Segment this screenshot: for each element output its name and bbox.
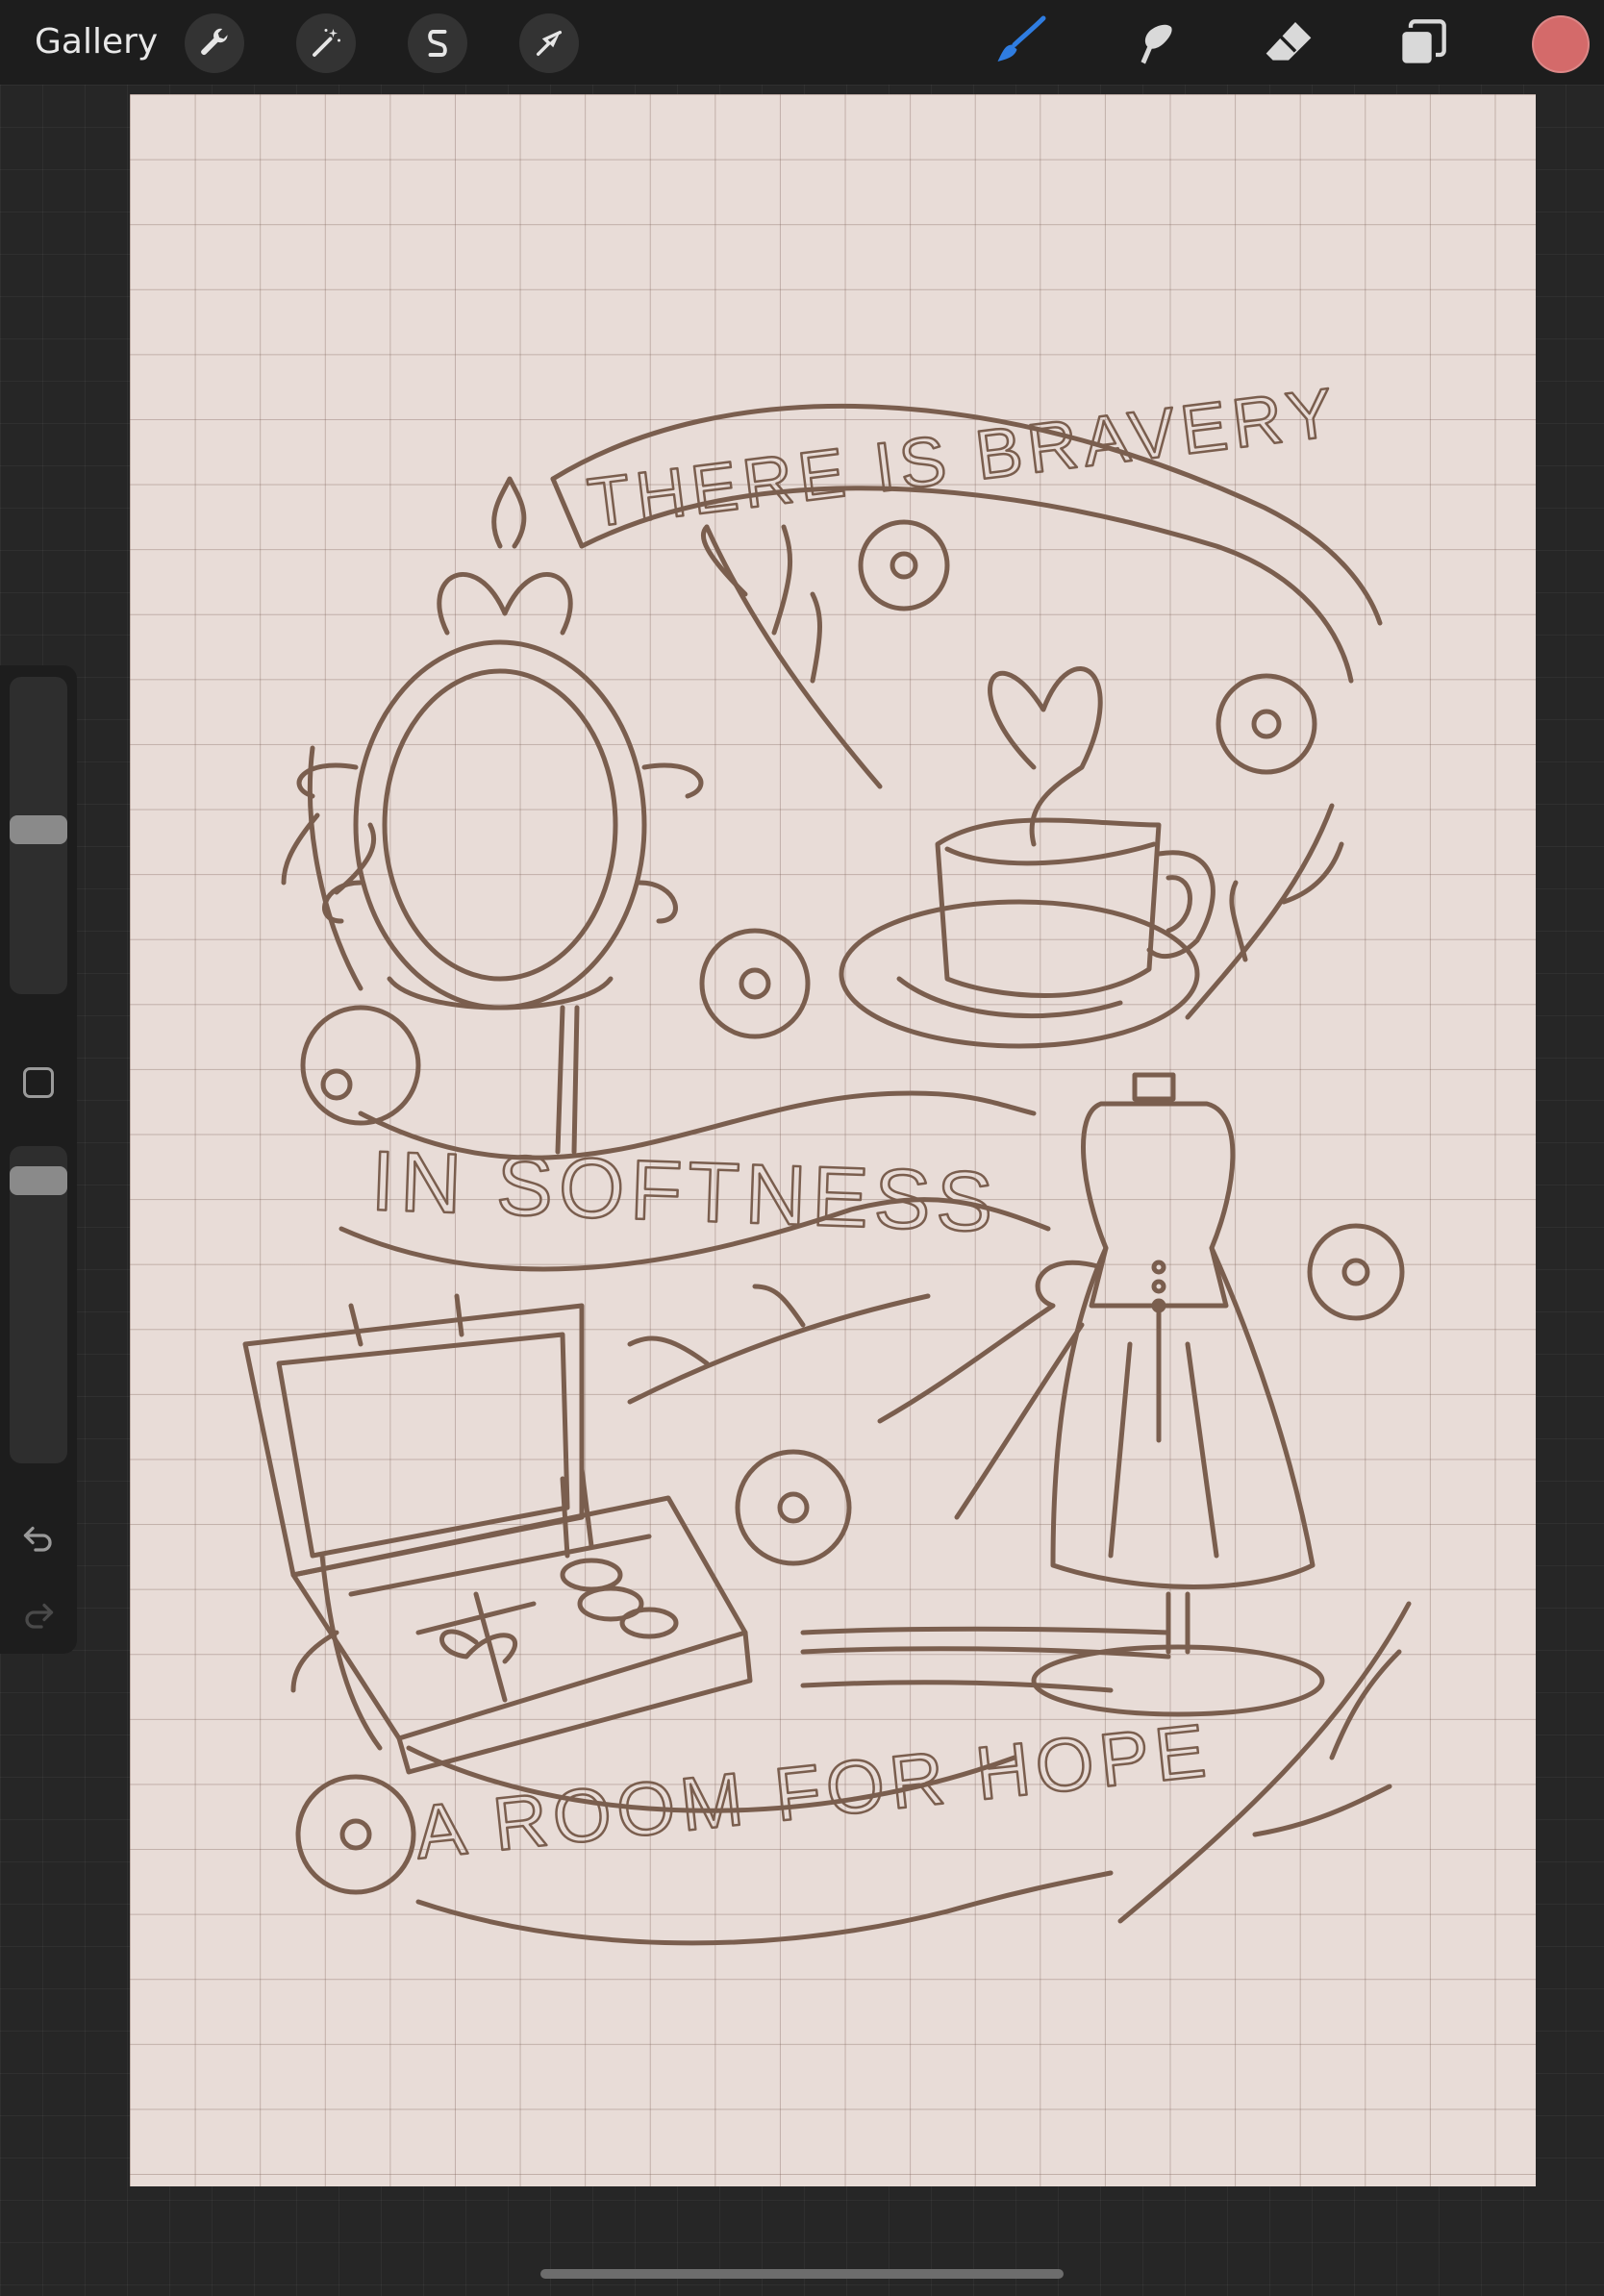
banner-text-top: THERE IS BRAVERY — [584, 374, 1342, 542]
smudge-tool-button[interactable] — [1123, 12, 1185, 73]
layers-button[interactable] — [1392, 12, 1454, 73]
undo-arrow-icon — [23, 1526, 52, 1552]
selection-button[interactable] — [408, 13, 467, 73]
modify-button[interactable] — [23, 1067, 54, 1098]
eraser-icon — [1266, 22, 1312, 61]
measuring-tape — [800, 1626, 1171, 1693]
brush-opacity-slider[interactable] — [10, 1146, 67, 1463]
arrow-cursor-icon — [536, 30, 563, 57]
ornate-mirror — [296, 476, 704, 1155]
top-banner: THERE IS BRAVERY — [550, 372, 1383, 684]
magic-wand-icon — [313, 29, 340, 57]
sketch-artwork: THERE IS BRAVERY IN SOFTNESS A ROOM FOR … — [242, 372, 1412, 1946]
middle-banner: IN SOFTNESS — [338, 1090, 1051, 1272]
selection-s-icon — [428, 30, 447, 57]
brush-opacity-thumb[interactable] — [10, 1166, 67, 1195]
layers-icon — [1402, 19, 1446, 63]
smudge-finger-icon — [1140, 24, 1172, 64]
gallery-button[interactable]: Gallery — [35, 19, 158, 65]
eraser-tool-button[interactable] — [1258, 12, 1319, 73]
home-indicator — [540, 2269, 1064, 2279]
bottom-banner: A ROOM FOR HOPE — [406, 1706, 1216, 1946]
brush-size-slider[interactable] — [10, 677, 67, 994]
banner-text-bottom: A ROOM FOR HOPE — [412, 1708, 1216, 1875]
brush-size-thumb[interactable] — [10, 815, 67, 844]
top-toolbar: Gallery — [0, 0, 1604, 85]
actions-button[interactable] — [185, 13, 244, 73]
undo-button[interactable] — [17, 1517, 60, 1560]
redo-button[interactable] — [17, 1594, 60, 1636]
color-picker-button[interactable] — [1532, 15, 1590, 73]
redo-arrow-icon — [25, 1603, 54, 1629]
side-bar — [0, 665, 77, 1654]
sewing-box — [242, 1293, 753, 1775]
coffee-cup — [839, 666, 1216, 1049]
drawing-canvas[interactable]: THERE IS BRAVERY IN SOFTNESS A ROOM FOR … — [130, 94, 1536, 2186]
banner-text-middle: IN SOFTNESS — [369, 1133, 1000, 1250]
brush-tool-button[interactable] — [989, 12, 1050, 73]
brush-icon — [997, 15, 1046, 62]
wrench-icon — [201, 28, 229, 55]
adjustments-button[interactable] — [296, 13, 356, 73]
transform-button[interactable] — [519, 13, 579, 73]
